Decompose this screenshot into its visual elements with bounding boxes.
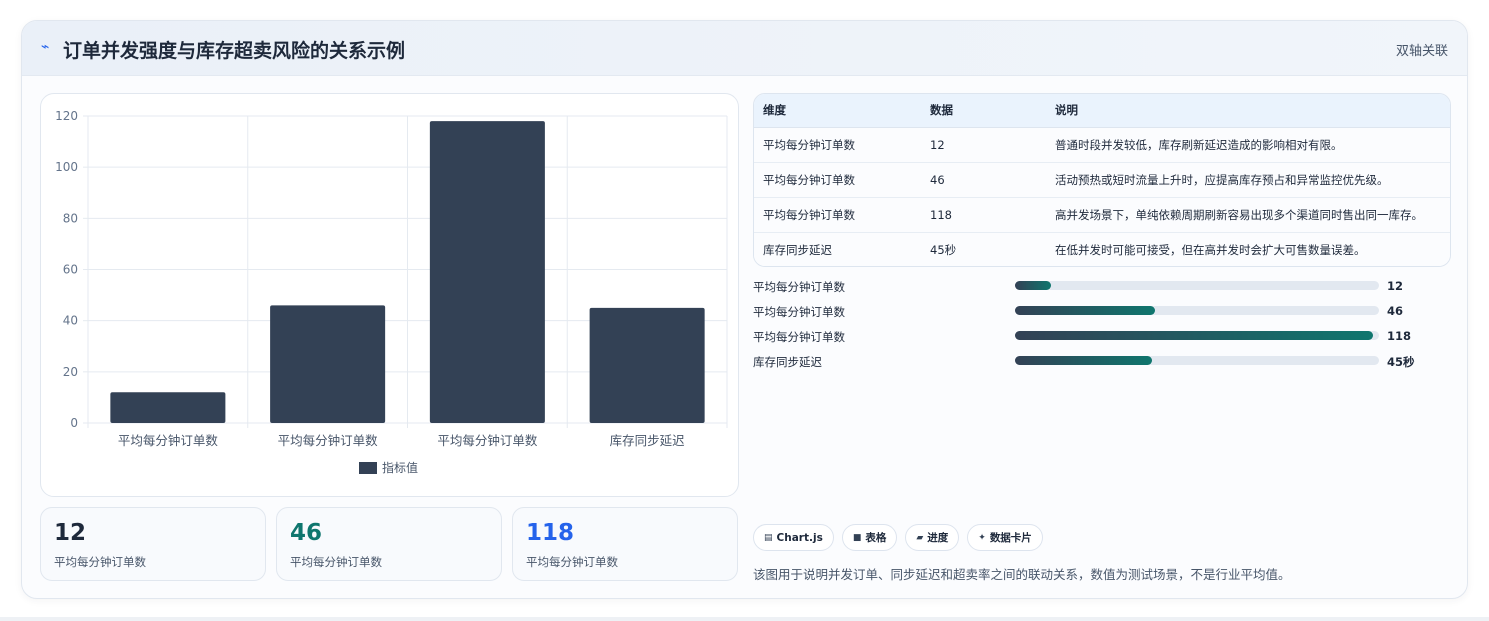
chip-label: 进度: [927, 532, 949, 544]
column-header: 数据: [921, 94, 1046, 128]
progress-fill: [1015, 331, 1373, 340]
stat-card-1: 12 平均每分钟订单数: [40, 507, 266, 581]
table-row: 平均每分钟订单数 12 普通时段并发较低，库存刷新延迟造成的影响相对有限。: [754, 127, 1450, 163]
table-icon: ■: [852, 532, 862, 543]
progress-value: 45秒: [1387, 355, 1415, 369]
chip-label: 表格: [865, 532, 887, 544]
table-row: 平均每分钟订单数 118 高并发场景下，单纯依赖周期刷新容易出现多个渠道同时售出…: [754, 197, 1450, 233]
bar: [110, 392, 226, 423]
x-tick-label: 平均每分钟订单数: [278, 433, 379, 448]
data-table: 维度 数据 说明 平均每分钟订单数 12 普通时段并发较低，库存刷新延迟造成的影…: [754, 94, 1450, 266]
y-tick-label: 0: [70, 416, 78, 430]
bar: [270, 305, 386, 423]
bolt-icon: ⌁: [41, 39, 50, 55]
progress-track: [1015, 306, 1379, 315]
progress-track: [1015, 356, 1379, 365]
mode-label: 双轴关联: [1395, 44, 1448, 59]
stat-value: 118: [526, 520, 575, 546]
progress-icon: ▰: [916, 532, 924, 543]
page-title: 订单并发强度与库存超卖风险的关系示例: [63, 40, 406, 62]
chip-label: 数据卡片: [989, 532, 1032, 544]
progress-value: 118: [1387, 329, 1412, 343]
progress-fill: [1015, 356, 1152, 365]
table-row: 平均每分钟订单数 46 活动预热或短时流量上升时，应提高库存预占和异常监控优先级…: [754, 162, 1450, 198]
progress-label: 库存同步延迟: [753, 355, 822, 369]
table-cell: 库存同步延迟: [754, 232, 921, 266]
table-cell: 高并发场景下，单纯依赖周期刷新容易出现多个渠道同时售出同一库存。: [1046, 197, 1450, 233]
progress-row: 库存同步延迟 45秒: [753, 352, 1451, 377]
y-tick-label: 60: [63, 263, 78, 277]
progress-label: 平均每分钟订单数: [753, 280, 845, 294]
stat-value: 46: [290, 520, 323, 546]
progress-row: 平均每分钟订单数 46: [753, 302, 1451, 327]
bar: [589, 307, 705, 423]
progress-label: 平均每分钟订单数: [753, 330, 845, 344]
chip-chartjs[interactable]: ▤ Chart.js: [753, 524, 834, 551]
table-cell: 普通时段并发较低，库存刷新延迟造成的影响相对有限。: [1046, 127, 1450, 163]
footnote: 该图用于说明并发订单、同步延迟和超卖率之间的联动关系，数值为测试场景，不是行业平…: [753, 567, 1291, 582]
stat-label: 平均每分钟订单数: [54, 555, 146, 569]
chip-table[interactable]: ■ 表格: [841, 524, 898, 551]
y-tick-label: 100: [55, 160, 78, 174]
progress-list: 平均每分钟订单数 12 平均每分钟订单数 46 平均每分钟订单数 118 库存同…: [753, 277, 1451, 377]
tech-chips: ▤ Chart.js ■ 表格 ▰ 进度 ✦ 数据卡片: [753, 524, 1043, 551]
card-header: ⌁ 订单并发强度与库存超卖风险的关系示例 双轴关联: [22, 21, 1467, 76]
table-cell: 12: [921, 127, 1046, 163]
table-cell: 平均每分钟订单数: [754, 127, 921, 163]
chart-icon: ▤: [764, 532, 773, 543]
y-tick-label: 80: [63, 211, 78, 225]
chip-label: Chart.js: [776, 531, 823, 544]
table-row: 库存同步延迟 45秒 在低并发时可能可接受，但在高并发时会扩大可售数量误差。: [754, 232, 1450, 266]
table-cell: 平均每分钟订单数: [754, 197, 921, 233]
legend-swatch: [359, 462, 377, 474]
table-cell: 平均每分钟订单数: [754, 162, 921, 198]
bar: [429, 121, 545, 423]
y-tick-label: 20: [63, 365, 78, 379]
bar-chart-panel: 0 20 40 60 80 100 120 平均每分钟订单数 平均每分钟订单数 平均每分钟订单数 库…: [40, 93, 739, 497]
progress-row: 平均每分钟订单数 12: [753, 277, 1451, 302]
table-cell: 活动预热或短时流量上升时，应提高库存预占和异常监控优先级。: [1046, 162, 1450, 198]
table-cell: 45秒: [921, 232, 1046, 266]
stat-label: 平均每分钟订单数: [290, 555, 382, 569]
table-header-row: 维度 数据 说明: [754, 94, 1450, 128]
x-tick-label: 库存同步延迟: [610, 433, 686, 448]
progress-value: 46: [1387, 304, 1404, 318]
y-tick-label: 120: [55, 109, 78, 123]
stat-card-3: 118 平均每分钟订单数: [512, 507, 738, 581]
data-table-panel: 维度 数据 说明 平均每分钟订单数 12 普通时段并发较低，库存刷新延迟造成的影…: [753, 93, 1451, 267]
sparkle-icon: ✦: [978, 532, 986, 543]
x-tick-label: 平均每分钟订单数: [437, 433, 538, 448]
progress-fill: [1015, 306, 1155, 315]
progress-fill: [1015, 281, 1052, 290]
table-cell: 在低并发时可能可接受，但在高并发时会扩大可售数量误差。: [1046, 232, 1450, 266]
stat-value: 12: [54, 520, 87, 546]
table-cell: 118: [921, 197, 1046, 233]
chip-data-card[interactable]: ✦ 数据卡片: [967, 524, 1043, 551]
stat-label: 平均每分钟订单数: [526, 555, 618, 569]
main-card: ⌁ 订单并发强度与库存超卖风险的关系示例 双轴关联 0 20 40 60 80 100 12…: [21, 20, 1468, 599]
bar-chart: 0 20 40 60 80 100 120 平均每分钟订单数 平均每分钟订单数 平均每分钟订单数 库…: [55, 109, 728, 475]
progress-value: 12: [1387, 279, 1404, 293]
progress-row: 平均每分钟订单数 118: [753, 327, 1451, 352]
stat-card-2: 46 平均每分钟订单数: [276, 507, 502, 581]
x-tick-label: 平均每分钟订单数: [118, 433, 219, 448]
legend-label: 指标值: [382, 460, 418, 475]
table-cell: 46: [921, 162, 1046, 198]
column-header: 说明: [1046, 94, 1450, 128]
progress-label: 平均每分钟订单数: [753, 305, 845, 319]
column-header: 维度: [754, 94, 921, 128]
progress-track: [1015, 281, 1379, 290]
progress-track: [1015, 331, 1379, 340]
page-bottom-strip: [0, 617, 1489, 621]
chip-progress[interactable]: ▰ 进度: [905, 524, 960, 551]
y-tick-label: 40: [63, 314, 78, 328]
